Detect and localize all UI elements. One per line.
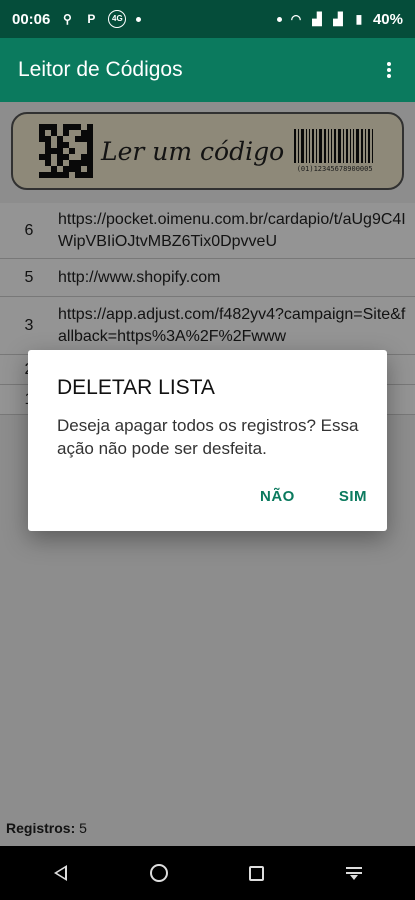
back-icon	[54, 865, 68, 881]
dialog-title: DELETAR LISTA	[57, 376, 215, 399]
app-bar: Leitor de Códigos	[0, 38, 415, 102]
keyboard-hide-icon	[346, 865, 363, 881]
home-button[interactable]	[147, 861, 171, 885]
battery-icon: ▮	[355, 12, 363, 26]
wifi-icon: ◠	[290, 12, 302, 26]
status-dot-icon	[276, 16, 282, 22]
navigation-bar	[0, 846, 415, 900]
recents-icon	[248, 865, 264, 881]
app-title: Leitor de Códigos	[18, 58, 183, 81]
status-bar: 00:06 ⚲ P 4G ◠ ▟ ▟ ▮ 40%	[0, 0, 415, 38]
keyboard-hide-button[interactable]	[342, 861, 366, 885]
dialog-no-button[interactable]: NÃO	[260, 488, 295, 505]
overflow-menu-icon[interactable]	[381, 58, 397, 82]
recents-button[interactable]	[244, 861, 268, 885]
status-time: 00:06	[12, 10, 51, 28]
back-button[interactable]	[49, 861, 73, 885]
delete-list-dialog: DELETAR LISTA Deseja apagar todos os reg…	[28, 350, 387, 531]
kb-notification-icon: ⚲	[62, 12, 72, 26]
dialog-yes-button[interactable]: SIM	[339, 488, 367, 505]
dialog-message: Deseja apagar todos os registros? Essa a…	[57, 416, 359, 458]
network-badge-icon: 4G	[108, 10, 127, 28]
signal-1-icon: ▟	[312, 12, 322, 26]
home-icon	[149, 864, 168, 882]
pocket-notification-icon: P	[87, 12, 96, 26]
more-notifications-icon	[136, 16, 142, 22]
signal-2-icon: ▟	[333, 12, 343, 26]
battery-percent: 40%	[372, 10, 403, 28]
